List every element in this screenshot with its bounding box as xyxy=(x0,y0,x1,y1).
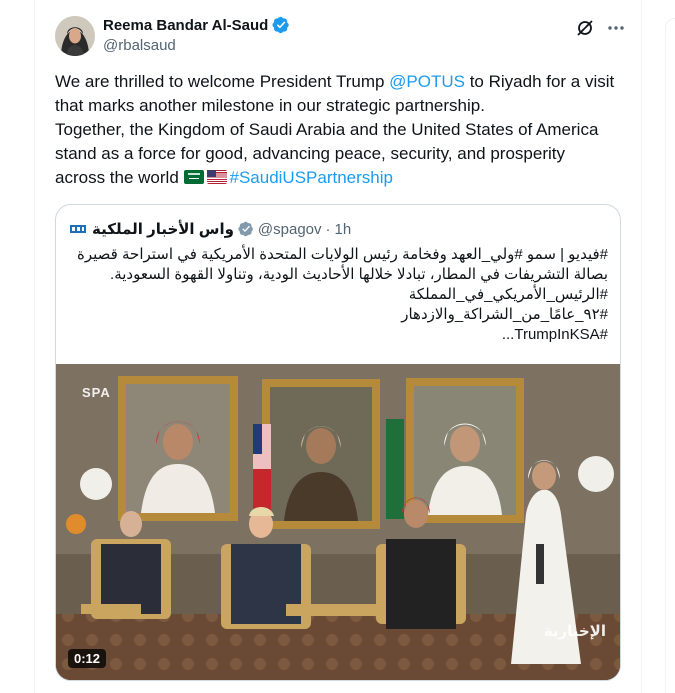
tweet-text-line: that marks another milestone in our stra… xyxy=(55,96,485,115)
sidebar-card-edge xyxy=(665,18,675,693)
separator-dot: · xyxy=(325,220,331,238)
quoted-avatar[interactable] xyxy=(68,219,88,239)
quoted-text-line: #TrumpInKSA... xyxy=(501,326,608,343)
quoted-text-line: بصالة التشريفات في المطار، تبادلا خلالها… xyxy=(110,266,608,283)
us-flag-icon xyxy=(206,170,227,184)
quoted-text-line: #٩٢_عامًا_من_الشراكة_والازدهار xyxy=(401,306,608,323)
video-frame xyxy=(56,364,620,680)
author-name[interactable]: Reema Bandar Al-Saud xyxy=(103,17,268,34)
hashtag-link[interactable]: #SaudiUSPartnership xyxy=(230,168,393,187)
quoted-text-line: #فيديو | سمو #ولي_العهد وفخامة رئيس الول… xyxy=(77,246,608,263)
grok-icon[interactable] xyxy=(575,18,595,38)
quoted-author-name[interactable]: واس الأخبار الملكية xyxy=(92,220,234,238)
tweet-text-segment: across the world xyxy=(55,168,184,187)
tweet-text: We are thrilled to welcome President Tru… xyxy=(55,70,635,190)
tweet-text-segment: to Riyadh for a visit xyxy=(464,72,615,91)
quoted-text: #فيديو | سمو #ولي_العهد وفخامة رئيس الول… xyxy=(68,245,608,345)
quoted-tweet[interactable]: واس الأخبار الملكية @spagov · 1h #فيديو … xyxy=(55,204,621,681)
channel-watermark: الإخبارية xyxy=(543,623,606,640)
quoted-text-line: #الرئيس_الأمريكي_في_المملكة xyxy=(408,286,608,303)
tweet-text-segment: We are thrilled to welcome President Tru… xyxy=(55,72,390,91)
verified-badge-icon xyxy=(238,221,253,237)
quoted-timestamp[interactable]: 1h xyxy=(335,221,352,238)
tweet-text-line: Together, the Kingdom of Saudi Arabia an… xyxy=(55,120,599,139)
spa-watermark: SPA xyxy=(82,385,111,400)
author-handle[interactable]: @rbalsaud xyxy=(103,37,176,54)
quoted-author-handle[interactable]: @spagov xyxy=(258,221,322,238)
tweet[interactable]: Reema Bandar Al-Saud @rbalsaud We are th… xyxy=(35,0,641,693)
more-icon[interactable] xyxy=(605,18,627,38)
video-player[interactable]: SPA الإخبارية 0:12 xyxy=(56,364,620,680)
author-avatar[interactable] xyxy=(55,16,95,56)
verified-badge-icon xyxy=(272,16,290,34)
saudi-flag-icon xyxy=(183,170,204,184)
tweet-text-line: stand as a force for good, advancing pea… xyxy=(55,144,565,163)
video-duration: 0:12 xyxy=(68,649,107,668)
mention-link[interactable]: @POTUS xyxy=(389,72,465,91)
